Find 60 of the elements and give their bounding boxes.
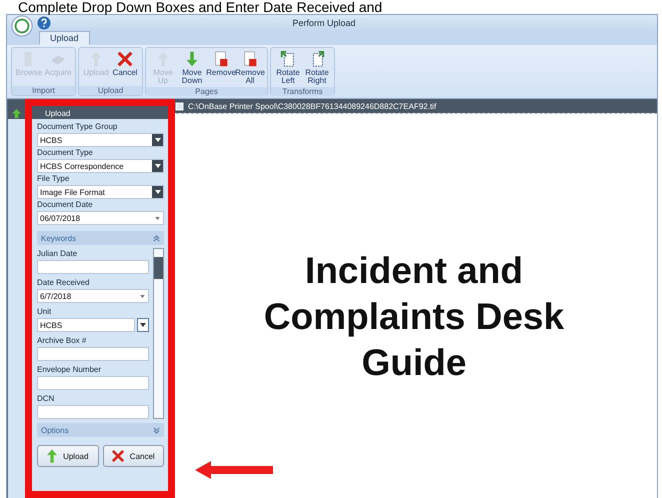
scrollbar[interactable] [153,248,164,419]
remove-page-icon [212,50,230,68]
dropdown-field[interactable]: HCBS [37,133,164,147]
field-label: Envelope Number [37,364,102,376]
remove-page-icon [241,50,259,68]
ribbon-button[interactable]: Move Down [178,49,206,86]
caret-icon[interactable] [155,216,160,220]
ribbon-button[interactable]: Cancel [111,49,139,85]
ribbon-button[interactable]: Remove All [236,49,264,86]
document-heading: Incident and Complaints Desk Guide [262,248,566,384]
field-label: Document Type Group [37,121,118,133]
text-field[interactable] [37,376,149,390]
dropdown-button[interactable] [152,134,163,146]
caption-text: Complete Drop Down Boxes and Enter Date Received and [17,0,384,14]
expand-icon [153,426,160,434]
caret-icon [140,323,146,327]
date-field[interactable]: 06/07/2018 [37,211,164,225]
upload-button[interactable]: Upload [37,445,98,467]
field-label: Document Date [37,199,94,211]
ribbon-button[interactable]: Rotate Left [274,49,302,86]
rotate-left-icon [279,50,297,68]
ribbon-button[interactable]: Remove [207,49,235,86]
help-icon[interactable] [37,16,51,30]
options-header[interactable]: Options [37,423,164,437]
text-field[interactable] [37,405,149,419]
collapse-icon [153,234,160,242]
cancel-icon [112,450,124,462]
ribbon-button[interactable]: Rotate Right [303,49,331,86]
arrow-up-icon [47,449,58,463]
dropdown-field[interactable]: HCBS Correspondence [37,159,164,173]
ribbon-group: Rotate Left Rotate Right Transforms [270,47,335,96]
keywords-header[interactable]: Keywords [37,231,164,245]
text-field[interactable] [37,260,149,274]
text-field[interactable] [37,347,149,361]
dropdown-field[interactable]: HCBS [37,318,135,332]
field-label: Archive Box # [37,335,88,347]
caret-icon [154,190,160,194]
upload-icon [12,108,21,118]
field-label: Date Received [37,277,90,289]
panel-title: Upload [44,108,70,118]
dropdown-button[interactable] [152,186,163,198]
field-label: Document Type [37,147,94,159]
cancel-button[interactable]: Cancel [102,445,164,467]
document-icon [175,102,184,110]
field-label: Julian Date [37,248,78,260]
file-path: C:\OnBase Printer Spool\C380028BF761344089246D882C7EAF92.tif [188,102,436,110]
field-label: DCN [37,393,56,405]
field-label: File Type [37,173,70,185]
field-label: Unit [37,306,52,318]
dropdown-button[interactable] [152,160,163,172]
ribbon-tab[interactable]: Upload [39,31,90,45]
caret-icon [154,164,160,168]
arrow-icon [195,461,273,479]
dropdown-button[interactable] [137,318,149,332]
window-title: Perform Upload [291,18,357,28]
caret-icon[interactable] [140,294,145,298]
date-field[interactable]: 6/7/2018 [37,289,149,303]
dropdown-field[interactable]: Image File Format [37,185,164,199]
cancel-icon [116,50,134,68]
caret-icon [154,138,160,142]
